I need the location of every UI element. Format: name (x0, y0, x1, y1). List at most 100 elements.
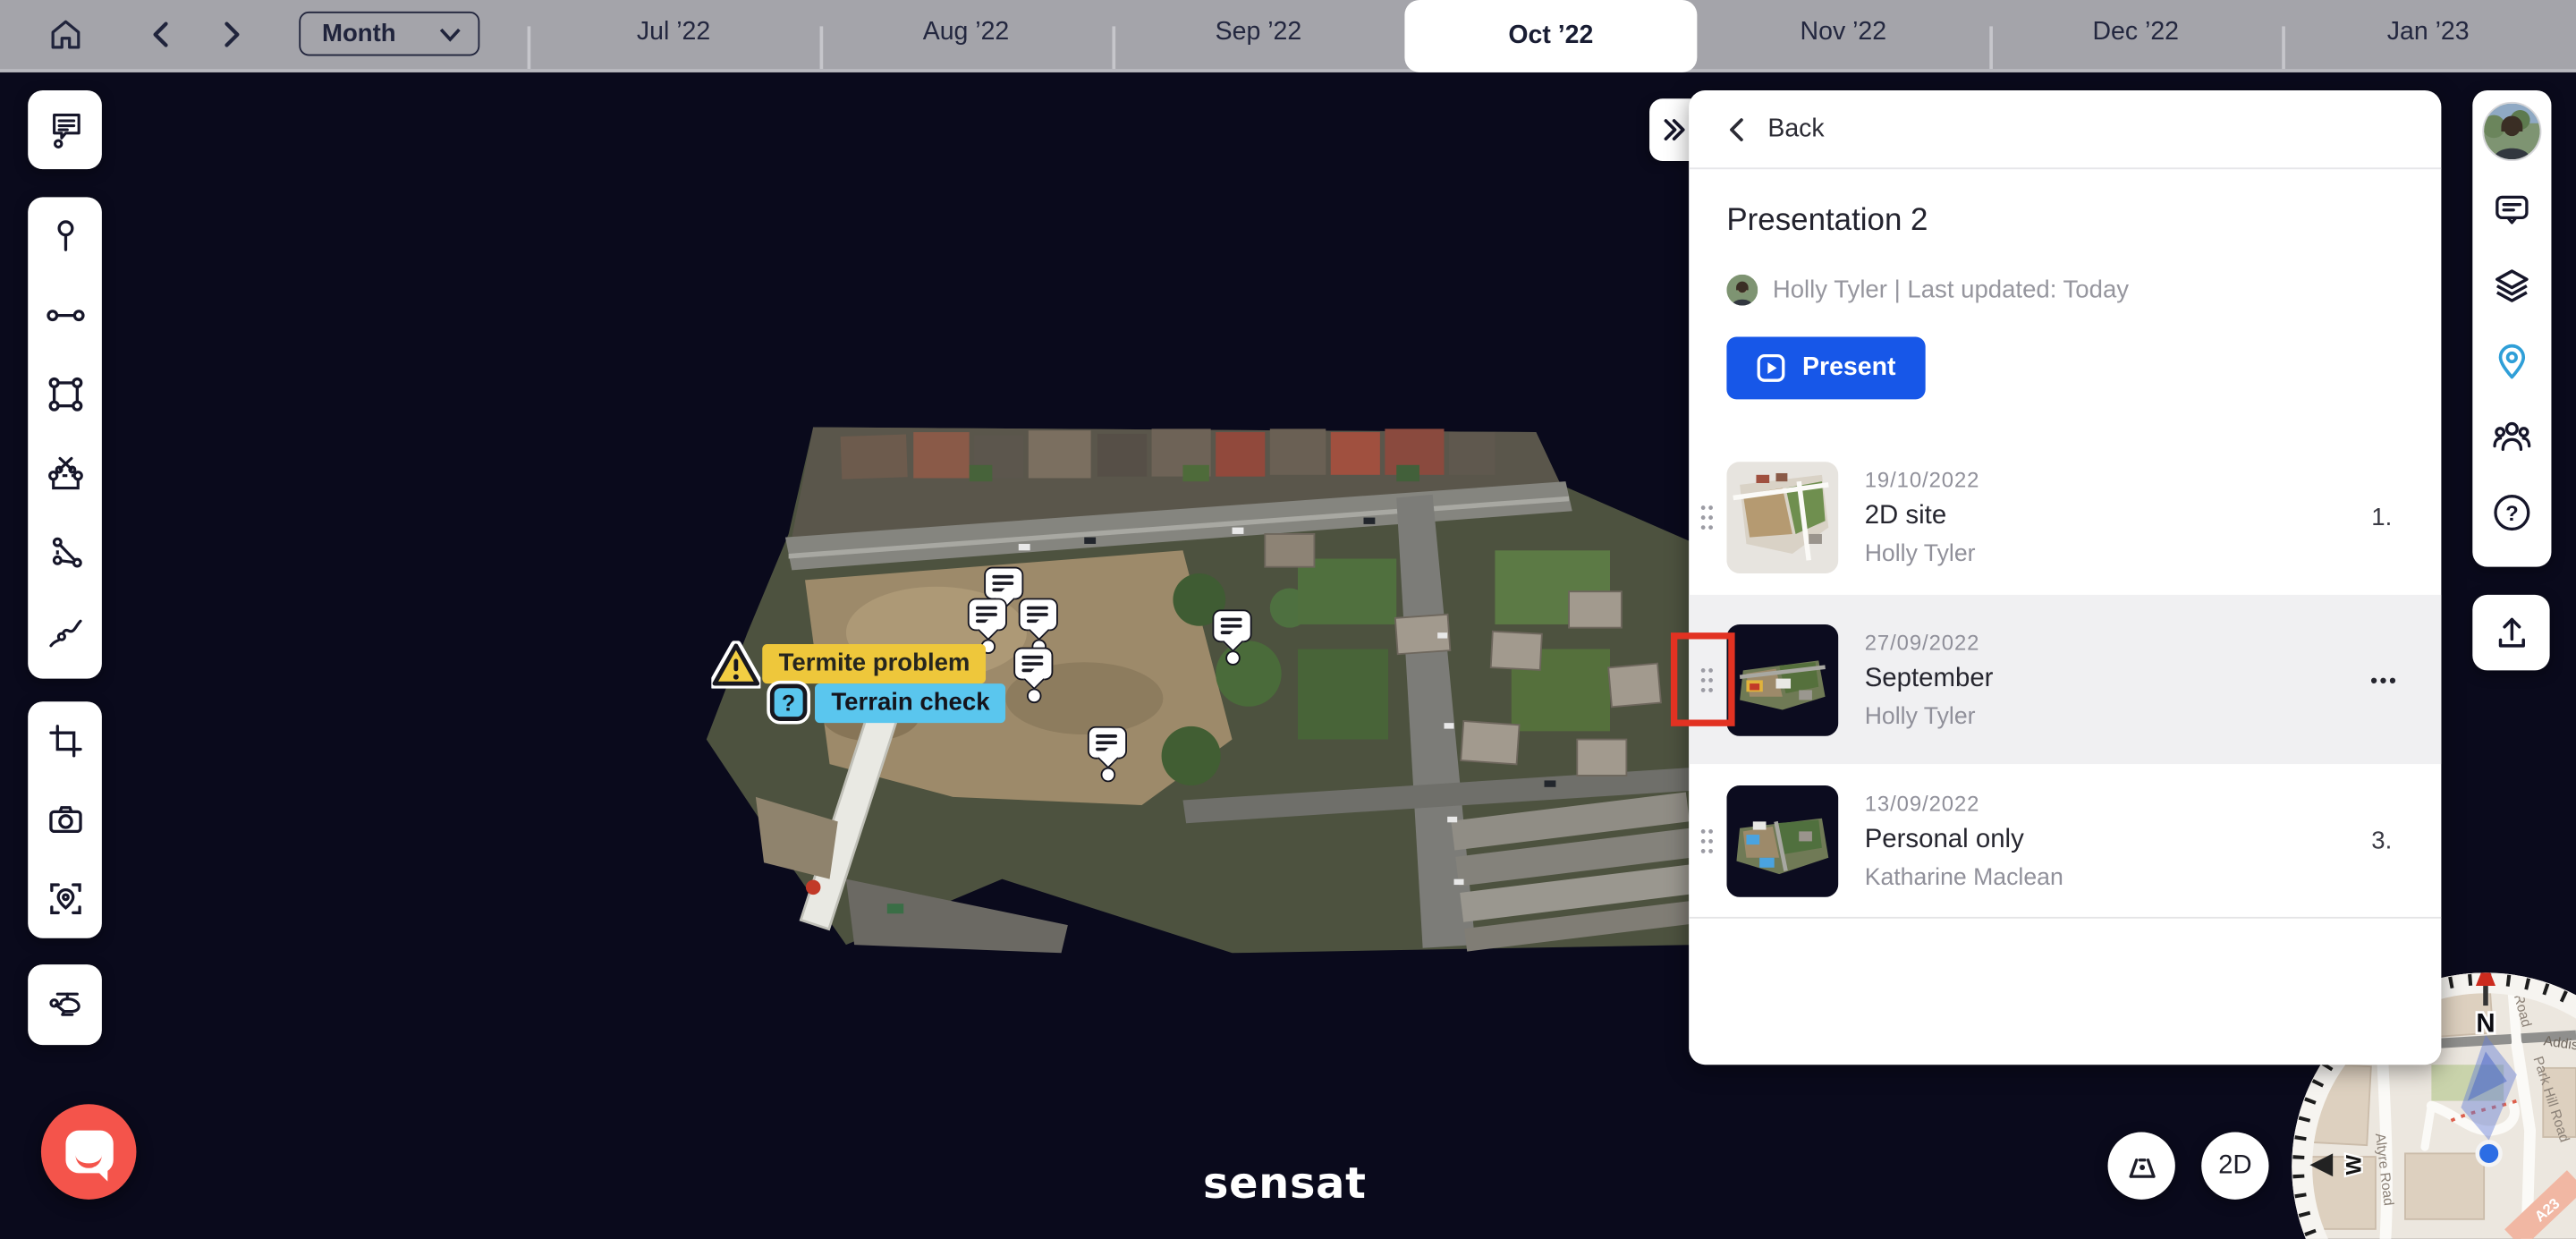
measure-area-button[interactable] (28, 355, 102, 434)
back-button[interactable]: Back (1689, 90, 2441, 169)
home-button[interactable] (43, 13, 89, 56)
author-avatar (1726, 275, 1758, 306)
play-icon (1757, 353, 1786, 383)
slide-name: September (1865, 664, 1994, 693)
screenshot-camera-button[interactable] (28, 780, 102, 859)
presentation-meta-text: Holly Tyler | Last updated: Today (1773, 276, 2129, 304)
back-chevron-icon (1725, 115, 1749, 141)
timeline-divider (1989, 26, 1992, 69)
cut-fill-button[interactable] (28, 434, 102, 513)
comment-marker[interactable] (1088, 726, 1127, 782)
crop-icon (44, 719, 87, 762)
slide-menu-ellipsis[interactable]: ••• (2370, 668, 2398, 692)
comment-bubble-icon (1019, 598, 1058, 632)
user-avatar-button[interactable] (2472, 90, 2551, 173)
slide-author: Holly Tyler (1865, 703, 1994, 729)
drag-handle-icon[interactable] (1696, 826, 1719, 855)
measure-distance-button[interactable] (28, 276, 102, 355)
comment-bubble-icon (968, 598, 1007, 632)
point-marker-icon (44, 216, 87, 259)
annotation-label: Terrain check (815, 683, 1006, 723)
annotations-pin-button[interactable] (2472, 324, 2551, 399)
measure-angle-button[interactable] (28, 513, 102, 591)
mode-2d-label: 2D (2218, 1151, 2252, 1181)
fly-through-icon (44, 982, 87, 1025)
slide-row-september[interactable]: 27/09/2022 September Holly Tyler ••• (1689, 595, 2441, 764)
list-divider (1689, 917, 2441, 919)
slide-date: 13/09/2022 (1865, 790, 2063, 815)
upload-button[interactable] (2472, 595, 2549, 670)
timeline-month[interactable]: Aug ’22 (923, 18, 1010, 47)
toolbar-group-fly (28, 964, 102, 1045)
timeline-month[interactable]: Jul ’22 (637, 18, 710, 47)
present-label: Present (1802, 353, 1895, 383)
comment-tool-button[interactable] (28, 90, 102, 169)
toolbar-group-capture (28, 701, 102, 938)
layers-icon (2490, 265, 2533, 308)
timeline-month[interactable]: Sep ’22 (1216, 18, 1302, 47)
cut-fill-icon (44, 452, 87, 495)
toolbar-group-comment (28, 90, 102, 169)
comment-anchor-dot (1225, 650, 1241, 666)
sensat-app: Termite problem ? Terrain check (0, 0, 2576, 1239)
slide-order: 3. (2371, 827, 2392, 854)
timeline-month[interactable]: Dec ’22 (2092, 18, 2179, 47)
comments-button[interactable] (2472, 173, 2551, 248)
comments-icon (2490, 189, 2533, 232)
timeline-month-active[interactable]: Oct ’22 (1404, 0, 1697, 72)
presentation-panel: Back Presentation 2 Holly Tyler | Last u… (1689, 90, 2441, 1065)
timeline-forward-button[interactable] (208, 13, 254, 56)
slide-date: 19/10/2022 (1865, 468, 1980, 493)
slide-name: 2D site (1865, 502, 1980, 531)
view-cone-button[interactable] (2108, 1133, 2175, 1200)
user-avatar (2482, 102, 2541, 161)
comment-marker[interactable] (1213, 609, 1252, 665)
timeline-divider (1112, 26, 1114, 69)
crop-button[interactable] (28, 701, 102, 780)
comment-bubble-icon (1088, 726, 1127, 760)
layers-button[interactable] (2472, 248, 2551, 323)
scan-area-icon (44, 878, 87, 921)
timeline-back-button[interactable] (138, 13, 183, 56)
north-label: N (2476, 1008, 2495, 1038)
measure-angle-icon (44, 530, 87, 573)
question-icon: ? (766, 680, 811, 725)
drag-handle-icon[interactable] (1696, 503, 1719, 532)
upload-icon (2490, 611, 2533, 654)
timeline-month[interactable]: Nov ’22 (1801, 18, 1887, 47)
timeline-month[interactable]: Jan ’23 (2387, 18, 2470, 47)
slide-row-2d-site[interactable]: 19/10/2022 2D site Holly Tyler 1. (1689, 440, 2441, 595)
slide-info: 13/09/2022 Personal only Katharine Macle… (1865, 790, 2063, 890)
timeline-divider (528, 26, 530, 69)
timeline-interval-dropdown[interactable]: Month (299, 12, 479, 56)
point-marker-button[interactable] (28, 197, 102, 276)
slide-row-personal-only[interactable]: 13/09/2022 Personal only Katharine Macle… (1689, 764, 2441, 917)
interval-label: Month (322, 20, 396, 47)
measure-distance-icon (44, 294, 87, 337)
view-cone-icon (2122, 1146, 2161, 1185)
comment-marker[interactable] (1013, 648, 1053, 703)
comment-anchor-dot (1027, 689, 1042, 704)
comment-marker[interactable] (984, 567, 1023, 600)
scan-area-button[interactable] (28, 860, 102, 938)
freehand-line-button[interactable] (28, 591, 102, 670)
help-icon: ? (2489, 489, 2535, 535)
comment-bubble-icon (1013, 648, 1053, 681)
present-button[interactable]: Present (1726, 337, 1925, 400)
annotation-terrain[interactable]: ? Terrain check (766, 680, 1006, 725)
comment-bubble-icon (1213, 609, 1252, 642)
comment-marker[interactable] (1019, 598, 1058, 654)
collaborators-button[interactable] (2472, 399, 2551, 474)
mode-2d-button[interactable]: 2D (2201, 1133, 2268, 1200)
help-button[interactable]: ? (2472, 475, 2551, 550)
back-arrow-icon (146, 20, 175, 49)
slide-date: 27/09/2022 (1865, 629, 1994, 654)
slide-author: Holly Tyler (1865, 541, 1980, 567)
annotation-label: Termite problem (762, 644, 987, 683)
slide-author: Katharine Maclean (1865, 864, 2063, 890)
fly-through-button[interactable] (28, 964, 102, 1043)
freehand-line-icon (44, 609, 87, 652)
chat-launcher-button[interactable] (41, 1104, 137, 1200)
back-label: Back (1767, 115, 1824, 144)
svg-text:?: ? (2505, 502, 2519, 526)
